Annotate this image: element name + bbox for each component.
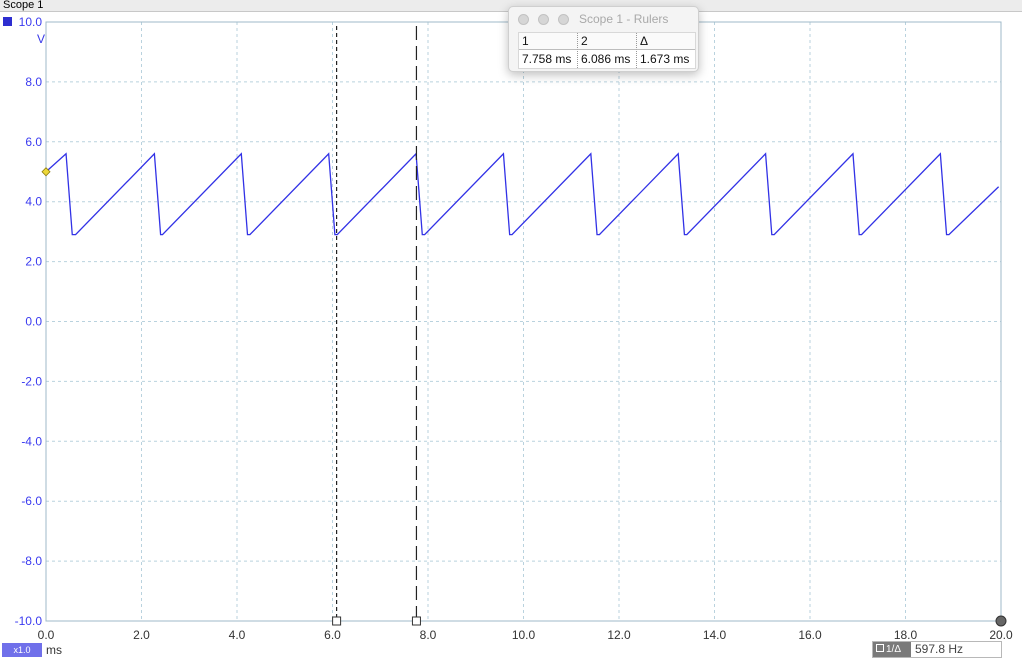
minimize-window-button[interactable] [538, 14, 549, 25]
ruler-handle[interactable] [411, 616, 421, 626]
rulers [332, 26, 421, 626]
frequency-label: 1/Δ [886, 644, 902, 655]
y-tick-label: -6.0 [21, 494, 42, 508]
rulers-header-1: 1 [519, 33, 578, 50]
y-tick-label: -8.0 [21, 554, 42, 568]
rulers-window[interactable]: Scope 1 - Rulers 1 2 Δ 7.758 ms 6.086 ms… [508, 6, 699, 72]
zoom-badge[interactable]: x1.0 [2, 643, 42, 657]
scope-plot[interactable]: 10.08.06.04.02.00.0-2.0-4.0-6.0-8.0-10.0… [0, 0, 1022, 660]
frequency-label-box: 1/Δ [873, 642, 911, 657]
ruler-square-icon [876, 644, 884, 652]
x-tick-label: 18.0 [894, 628, 918, 642]
x-tick-label: 4.0 [229, 628, 246, 642]
rulers-window-titlebar[interactable]: Scope 1 - Rulers [509, 7, 698, 32]
rulers-window-title: Scope 1 - Rulers [579, 12, 669, 26]
y-axis-ticks: 10.0 8.0 6.0 4.0 2.0 0.0 -2.0 -4.0 -6.0 -8.0 -10.0 [15, 15, 43, 628]
x-tick-label: 2.0 [133, 628, 150, 642]
ruler-handle[interactable] [332, 616, 342, 626]
channel-trace [45, 152, 1000, 236]
x-tick-label: 10.0 [512, 628, 536, 642]
rulers-header-delta: Δ [637, 33, 695, 50]
plot-grid [45, 21, 1002, 622]
y-tick-label: -2.0 [21, 374, 42, 388]
rulers-table: 1 2 Δ 7.758 ms 6.086 ms 1.673 ms [518, 32, 696, 69]
y-tick-label: -4.0 [21, 434, 42, 448]
close-window-button[interactable] [518, 14, 529, 25]
frequency-value: 597.8 Hz [915, 642, 964, 656]
y-tick-label: 6.0 [25, 135, 42, 149]
x-tick-label: 8.0 [420, 628, 437, 642]
x-tick-label: 14.0 [703, 628, 727, 642]
y-tick-label: 2.0 [25, 255, 42, 269]
ruler-delta-value[interactable]: 1.673 ms [637, 51, 695, 68]
y-tick-label: -10.0 [15, 614, 43, 628]
y-tick-label: 4.0 [25, 195, 42, 209]
x-tick-label: 20.0 [989, 628, 1013, 642]
zoom-window-button[interactable] [558, 14, 569, 25]
y-tick-label: 10.0 [19, 15, 43, 29]
frequency-readout[interactable]: 1/Δ 597.8 Hz [872, 641, 1002, 658]
x-axis-unit: ms [46, 643, 62, 657]
y-tick-label: 8.0 [25, 75, 42, 89]
ruler-1-value[interactable]: 7.758 ms [519, 51, 578, 68]
scroll-end-handle[interactable] [995, 615, 1007, 627]
ruler-2-value[interactable]: 6.086 ms [578, 51, 637, 68]
rulers-header-2: 2 [578, 33, 637, 50]
x-axis-ticks: 0.0 2.0 4.0 6.0 8.0 10.0 12.0 14.0 16.0 18.0 20.0 [38, 628, 1013, 642]
x-tick-label: 16.0 [798, 628, 822, 642]
x-tick-label: 0.0 [38, 628, 55, 642]
x-tick-label: 12.0 [607, 628, 631, 642]
y-tick-label: 0.0 [25, 315, 42, 329]
x-tick-label: 6.0 [324, 628, 341, 642]
